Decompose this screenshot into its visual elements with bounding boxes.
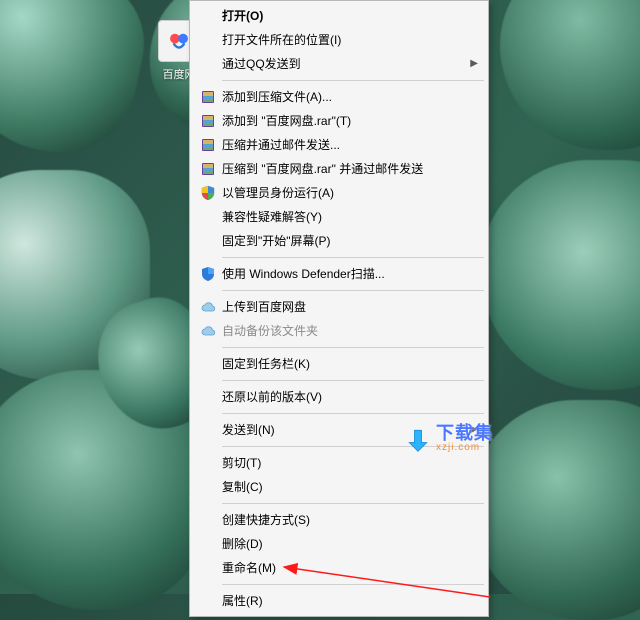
rar-icon	[196, 89, 220, 105]
wallpaper-leaf	[0, 0, 157, 167]
menu-item-label: 上传到百度网盘	[220, 299, 464, 315]
menu-item-label: 还原以前的版本(V)	[220, 389, 464, 405]
menu-separator	[222, 584, 484, 585]
menu-separator	[222, 347, 484, 348]
menu-item-label: 压缩并通过邮件发送...	[220, 137, 464, 153]
menu-separator	[222, 413, 484, 414]
menu-item-open[interactable]: 打开(O)	[192, 4, 486, 28]
menu-item-properties[interactable]: 属性(R)	[192, 589, 486, 613]
wallpaper-leaf	[500, 0, 640, 150]
menu-item-label: 固定到"开始"屏幕(P)	[220, 233, 464, 249]
menu-item-upload-baidu[interactable]: 上传到百度网盘	[192, 295, 486, 319]
menu-item-send-to[interactable]: 发送到(N)▶	[192, 418, 486, 442]
menu-item-rar-mail-named[interactable]: 压缩到 "百度网盘.rar" 并通过邮件发送	[192, 157, 486, 181]
submenu-arrow-icon: ▶	[464, 422, 478, 438]
context-menu: 打开(O)打开文件所在的位置(I)通过QQ发送到▶添加到压缩文件(A)...添加…	[189, 0, 489, 617]
menu-item-label: 自动备份该文件夹	[220, 323, 464, 339]
menu-item-delete[interactable]: 删除(D)	[192, 532, 486, 556]
menu-item-rename[interactable]: 重命名(M)	[192, 556, 486, 580]
rar-icon	[196, 137, 220, 153]
menu-item-run-admin[interactable]: 以管理员身份运行(A)	[192, 181, 486, 205]
submenu-arrow-icon: ▶	[464, 56, 478, 72]
menu-item-shortcut[interactable]: 创建快捷方式(S)	[192, 508, 486, 532]
menu-separator	[222, 80, 484, 81]
menu-item-label: 通过QQ发送到	[220, 56, 464, 72]
menu-separator	[222, 257, 484, 258]
menu-item-rar-add-named[interactable]: 添加到 "百度网盘.rar"(T)	[192, 109, 486, 133]
wallpaper-leaf	[470, 400, 640, 620]
cloud-icon	[196, 299, 220, 315]
rar-icon	[196, 161, 220, 177]
menu-item-label: 删除(D)	[220, 536, 464, 552]
menu-item-auto-backup: 自动备份该文件夹	[192, 319, 486, 343]
menu-item-rar-add[interactable]: 添加到压缩文件(A)...	[192, 85, 486, 109]
menu-separator	[222, 503, 484, 504]
menu-item-restore[interactable]: 还原以前的版本(V)	[192, 385, 486, 409]
wallpaper-leaf	[480, 160, 640, 390]
menu-item-label: 打开文件所在的位置(I)	[220, 32, 464, 48]
menu-item-label: 剪切(T)	[220, 455, 464, 471]
menu-item-label: 重命名(M)	[220, 560, 464, 576]
menu-separator	[222, 446, 484, 447]
menu-item-open-location[interactable]: 打开文件所在的位置(I)	[192, 28, 486, 52]
menu-item-label: 固定到任务栏(K)	[220, 356, 464, 372]
menu-item-label: 压缩到 "百度网盘.rar" 并通过邮件发送	[220, 161, 464, 177]
defender-icon	[196, 266, 220, 282]
menu-item-label: 兼容性疑难解答(Y)	[220, 209, 464, 225]
menu-separator	[222, 380, 484, 381]
menu-separator	[222, 290, 484, 291]
menu-item-label: 使用 Windows Defender扫描...	[220, 266, 464, 282]
menu-item-copy[interactable]: 复制(C)	[192, 475, 486, 499]
shield-icon	[196, 185, 220, 201]
menu-item-label: 复制(C)	[220, 479, 464, 495]
menu-item-defender[interactable]: 使用 Windows Defender扫描...	[192, 262, 486, 286]
menu-item-pin-taskbar[interactable]: 固定到任务栏(K)	[192, 352, 486, 376]
menu-item-label: 以管理员身份运行(A)	[220, 185, 464, 201]
menu-item-send-qq[interactable]: 通过QQ发送到▶	[192, 52, 486, 76]
menu-item-label: 添加到 "百度网盘.rar"(T)	[220, 113, 464, 129]
menu-item-label: 创建快捷方式(S)	[220, 512, 464, 528]
menu-item-label: 发送到(N)	[220, 422, 464, 438]
menu-item-label: 打开(O)	[220, 8, 464, 24]
menu-item-rar-mail[interactable]: 压缩并通过邮件发送...	[192, 133, 486, 157]
menu-item-label: 添加到压缩文件(A)...	[220, 89, 464, 105]
menu-item-compat[interactable]: 兼容性疑难解答(Y)	[192, 205, 486, 229]
menu-item-pin-start[interactable]: 固定到"开始"屏幕(P)	[192, 229, 486, 253]
menu-item-cut[interactable]: 剪切(T)	[192, 451, 486, 475]
menu-item-label: 属性(R)	[220, 593, 464, 609]
rar-icon	[196, 113, 220, 129]
cloud-icon	[196, 323, 220, 339]
